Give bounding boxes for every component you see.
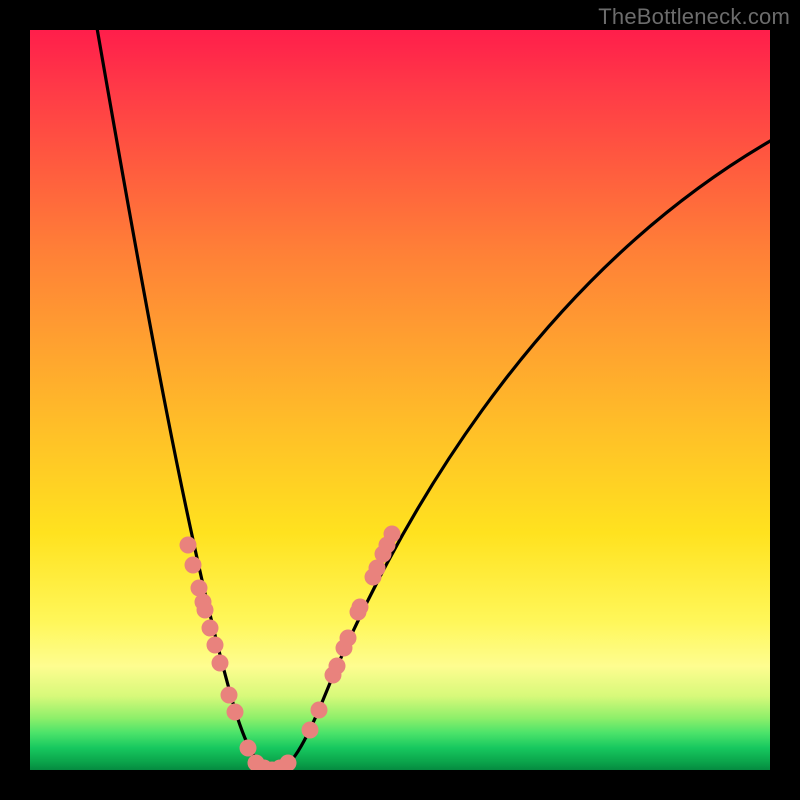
annotation-dot bbox=[240, 740, 257, 757]
annotation-dot bbox=[340, 630, 357, 647]
bottleneck-curve-svg bbox=[30, 30, 770, 770]
annotation-dot bbox=[311, 702, 328, 719]
annotation-dots bbox=[180, 526, 401, 771]
annotation-dot bbox=[185, 557, 202, 574]
annotation-dot bbox=[212, 655, 229, 672]
annotation-dot bbox=[384, 526, 401, 543]
annotation-dot bbox=[207, 637, 224, 654]
bottleneck-curve bbox=[93, 30, 770, 770]
annotation-dot bbox=[221, 687, 238, 704]
annotation-dot bbox=[197, 602, 214, 619]
annotation-dot bbox=[227, 704, 244, 721]
annotation-dot bbox=[202, 620, 219, 637]
annotation-dot bbox=[180, 537, 197, 554]
annotation-dot bbox=[329, 658, 346, 675]
annotation-dot bbox=[302, 722, 319, 739]
annotation-dot bbox=[352, 599, 369, 616]
chart-area bbox=[30, 30, 770, 770]
watermark-text: TheBottleneck.com bbox=[598, 4, 790, 30]
